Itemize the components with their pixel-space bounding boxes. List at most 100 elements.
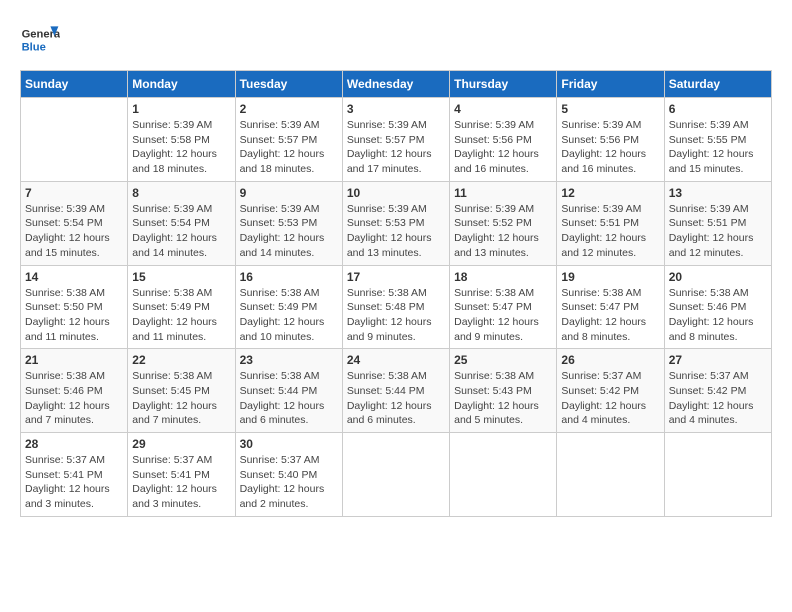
day-info: Sunrise: 5:38 AM Sunset: 5:44 PM Dayligh… (240, 369, 338, 428)
col-header-thursday: Thursday (450, 71, 557, 98)
day-info: Sunrise: 5:38 AM Sunset: 5:49 PM Dayligh… (240, 286, 338, 345)
day-cell (342, 433, 449, 517)
day-number: 22 (132, 353, 230, 367)
day-cell: 10Sunrise: 5:39 AM Sunset: 5:53 PM Dayli… (342, 181, 449, 265)
svg-text:Blue: Blue (22, 41, 46, 53)
day-cell: 8 Sunrise: 5:39 AM Sunset: 5:54 PM Daylig… (128, 181, 235, 265)
day-info: Sunrise: 5:37 AM Sunset: 5:40 PM Dayligh… (240, 453, 338, 512)
day-number: 23 (240, 353, 338, 367)
day-cell: 21 Sunrise: 5:38 AM Sunset: 5:46 PM Dayli… (21, 349, 128, 433)
day-cell: 3 Sunrise: 5:39 AM Sunset: 5:57 PM Daylig… (342, 98, 449, 182)
header-row: SundayMondayTuesdayWednesdayThursdayFrid… (21, 71, 772, 98)
col-header-monday: Monday (128, 71, 235, 98)
day-info: Sunrise: 5:39 AM Sunset: 5:57 PM Dayligh… (347, 118, 445, 177)
day-info: Sunrise: 5:38 AM Sunset: 5:46 PM Dayligh… (669, 286, 767, 345)
day-cell: 12 Sunrise: 5:39 AM Sunset: 5:51 PM Dayli… (557, 181, 664, 265)
day-number: 27 (669, 353, 767, 367)
day-number: 19 (561, 270, 659, 284)
week-row-4: 21 Sunrise: 5:38 AM Sunset: 5:46 PM Dayli… (21, 349, 772, 433)
day-number: 5 (561, 102, 659, 116)
day-cell: 13Sunrise: 5:39 AM Sunset: 5:51 PM Dayli… (664, 181, 771, 265)
day-cell: 19Sunrise: 5:38 AM Sunset: 5:47 PM Dayli… (557, 265, 664, 349)
day-info: Sunrise: 5:37 AM Sunset: 5:42 PM Dayligh… (669, 369, 767, 428)
day-info: Sunrise: 5:37 AM Sunset: 5:41 PM Dayligh… (25, 453, 123, 512)
day-cell: 29Sunrise: 5:37 AM Sunset: 5:41 PM Dayli… (128, 433, 235, 517)
logo-icon: General Blue (20, 20, 60, 60)
col-header-friday: Friday (557, 71, 664, 98)
day-cell: 16 Sunrise: 5:38 AM Sunset: 5:49 PM Dayli… (235, 265, 342, 349)
day-number: 11 (454, 186, 552, 200)
day-number: 18 (454, 270, 552, 284)
col-header-tuesday: Tuesday (235, 71, 342, 98)
day-info: Sunrise: 5:39 AM Sunset: 5:56 PM Dayligh… (454, 118, 552, 177)
calendar-table: SundayMondayTuesdayWednesdayThursdayFrid… (20, 70, 772, 517)
day-info: Sunrise: 5:39 AM Sunset: 5:53 PM Dayligh… (347, 202, 445, 261)
day-number: 16 (240, 270, 338, 284)
day-number: 3 (347, 102, 445, 116)
day-cell: 11 Sunrise: 5:39 AM Sunset: 5:52 PM Dayli… (450, 181, 557, 265)
day-number: 12 (561, 186, 659, 200)
day-number: 8 (132, 186, 230, 200)
day-cell: 14Sunrise: 5:38 AM Sunset: 5:50 PM Dayli… (21, 265, 128, 349)
day-cell (557, 433, 664, 517)
day-number: 7 (25, 186, 123, 200)
col-header-wednesday: Wednesday (342, 71, 449, 98)
day-cell: 24 Sunrise: 5:38 AM Sunset: 5:44 PM Dayli… (342, 349, 449, 433)
day-info: Sunrise: 5:39 AM Sunset: 5:53 PM Dayligh… (240, 202, 338, 261)
page-header: General Blue (20, 20, 772, 60)
day-cell (450, 433, 557, 517)
day-cell: 25 Sunrise: 5:38 AM Sunset: 5:43 PM Dayli… (450, 349, 557, 433)
day-info: Sunrise: 5:38 AM Sunset: 5:47 PM Dayligh… (454, 286, 552, 345)
day-number: 9 (240, 186, 338, 200)
day-number: 25 (454, 353, 552, 367)
day-number: 21 (25, 353, 123, 367)
day-cell: 6 Sunrise: 5:39 AM Sunset: 5:55 PM Daylig… (664, 98, 771, 182)
day-cell: 20 Sunrise: 5:38 AM Sunset: 5:46 PM Dayli… (664, 265, 771, 349)
day-number: 4 (454, 102, 552, 116)
day-number: 13 (669, 186, 767, 200)
day-number: 26 (561, 353, 659, 367)
day-info: Sunrise: 5:37 AM Sunset: 5:41 PM Dayligh… (132, 453, 230, 512)
day-cell: 5 Sunrise: 5:39 AM Sunset: 5:56 PM Daylig… (557, 98, 664, 182)
day-cell: 26 Sunrise: 5:37 AM Sunset: 5:42 PM Dayli… (557, 349, 664, 433)
day-number: 2 (240, 102, 338, 116)
day-info: Sunrise: 5:38 AM Sunset: 5:43 PM Dayligh… (454, 369, 552, 428)
week-row-3: 14Sunrise: 5:38 AM Sunset: 5:50 PM Dayli… (21, 265, 772, 349)
day-cell: 22 Sunrise: 5:38 AM Sunset: 5:45 PM Dayli… (128, 349, 235, 433)
day-cell: 18 Sunrise: 5:38 AM Sunset: 5:47 PM Dayli… (450, 265, 557, 349)
day-info: Sunrise: 5:39 AM Sunset: 5:54 PM Dayligh… (132, 202, 230, 261)
day-info: Sunrise: 5:39 AM Sunset: 5:55 PM Dayligh… (669, 118, 767, 177)
week-row-1: 1 Sunrise: 5:39 AM Sunset: 5:58 PM Daylig… (21, 98, 772, 182)
day-info: Sunrise: 5:39 AM Sunset: 5:58 PM Dayligh… (132, 118, 230, 177)
col-header-saturday: Saturday (664, 71, 771, 98)
day-number: 20 (669, 270, 767, 284)
day-cell (664, 433, 771, 517)
day-cell: 7 Sunrise: 5:39 AM Sunset: 5:54 PM Daylig… (21, 181, 128, 265)
day-info: Sunrise: 5:39 AM Sunset: 5:52 PM Dayligh… (454, 202, 552, 261)
day-cell (21, 98, 128, 182)
day-number: 14 (25, 270, 123, 284)
logo: General Blue (20, 20, 64, 60)
day-info: Sunrise: 5:39 AM Sunset: 5:57 PM Dayligh… (240, 118, 338, 177)
day-info: Sunrise: 5:39 AM Sunset: 5:54 PM Dayligh… (25, 202, 123, 261)
day-info: Sunrise: 5:39 AM Sunset: 5:56 PM Dayligh… (561, 118, 659, 177)
day-info: Sunrise: 5:38 AM Sunset: 5:48 PM Dayligh… (347, 286, 445, 345)
day-number: 30 (240, 437, 338, 451)
day-cell: 28 Sunrise: 5:37 AM Sunset: 5:41 PM Dayli… (21, 433, 128, 517)
day-cell: 4 Sunrise: 5:39 AM Sunset: 5:56 PM Daylig… (450, 98, 557, 182)
day-number: 6 (669, 102, 767, 116)
day-info: Sunrise: 5:38 AM Sunset: 5:44 PM Dayligh… (347, 369, 445, 428)
day-number: 24 (347, 353, 445, 367)
day-info: Sunrise: 5:37 AM Sunset: 5:42 PM Dayligh… (561, 369, 659, 428)
day-cell: 17Sunrise: 5:38 AM Sunset: 5:48 PM Dayli… (342, 265, 449, 349)
day-cell: 15Sunrise: 5:38 AM Sunset: 5:49 PM Dayli… (128, 265, 235, 349)
day-info: Sunrise: 5:38 AM Sunset: 5:49 PM Dayligh… (132, 286, 230, 345)
day-info: Sunrise: 5:38 AM Sunset: 5:46 PM Dayligh… (25, 369, 123, 428)
day-number: 28 (25, 437, 123, 451)
day-info: Sunrise: 5:39 AM Sunset: 5:51 PM Dayligh… (561, 202, 659, 261)
day-cell: 1 Sunrise: 5:39 AM Sunset: 5:58 PM Daylig… (128, 98, 235, 182)
day-number: 1 (132, 102, 230, 116)
day-cell: 30 Sunrise: 5:37 AM Sunset: 5:40 PM Dayli… (235, 433, 342, 517)
col-header-sunday: Sunday (21, 71, 128, 98)
day-info: Sunrise: 5:38 AM Sunset: 5:45 PM Dayligh… (132, 369, 230, 428)
